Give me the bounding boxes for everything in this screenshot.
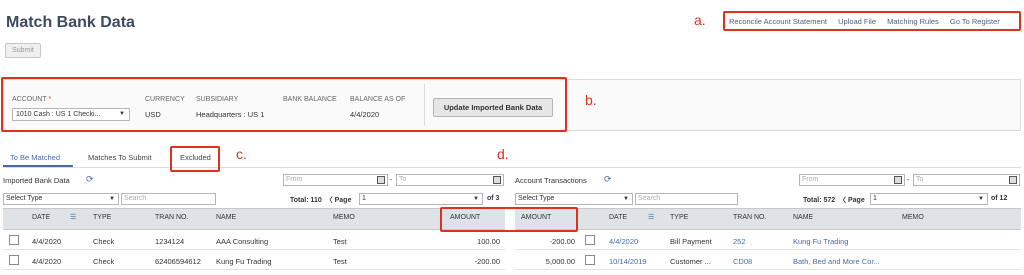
subsidiary-value: Headquarters : US 1 xyxy=(196,110,265,119)
calendar-icon[interactable] xyxy=(1009,176,1017,184)
cell-date[interactable]: 4/4/2020 xyxy=(609,237,638,246)
account-tx-col-type[interactable]: TYPE xyxy=(670,214,688,221)
cell-date: 4/4/2020 xyxy=(32,237,62,246)
account-tx-to-date[interactable]: To xyxy=(913,174,1020,186)
page-title: Match Bank Data xyxy=(6,14,135,31)
cell-type: Check xyxy=(93,237,115,246)
cell-name[interactable]: Bath, Bed and More Cor... xyxy=(793,257,880,266)
chevron-down-icon: ▼ xyxy=(109,196,115,202)
cell-type: Bill Payment xyxy=(670,237,712,246)
account-transactions-title: Account Transactions xyxy=(515,176,587,185)
row-checkbox[interactable] xyxy=(585,235,595,245)
calendar-icon[interactable] xyxy=(377,176,385,184)
annotation-label-c: c. xyxy=(236,146,247,162)
account-tx-col-date[interactable]: DATE xyxy=(609,214,627,221)
chevron-down-icon: ▼ xyxy=(623,196,629,202)
account-tx-col-name[interactable]: NAME xyxy=(793,214,813,221)
annotation-label-b: b. xyxy=(585,92,597,108)
cell-amount: 100.00 xyxy=(477,237,500,246)
row-checkbox[interactable] xyxy=(9,255,19,265)
cell-memo: Test xyxy=(333,237,347,246)
annotation-label-a: a. xyxy=(694,12,706,28)
cell-type: Customer ... xyxy=(670,257,711,266)
account-tx-total: Total: 572 〈 Page xyxy=(803,197,865,204)
imported-total: Total: 110 〈 Page xyxy=(290,197,352,204)
account-tx-page-select[interactable]: 1 ▼ xyxy=(870,193,988,205)
currency-label: CURRENCY xyxy=(145,96,185,103)
imported-page-select[interactable]: 1 ▼ xyxy=(359,193,483,205)
row-checkbox[interactable] xyxy=(9,235,19,245)
imported-from-date[interactable]: From xyxy=(283,174,388,186)
cell-type: Check xyxy=(93,257,115,266)
account-label: ACCOUNT * xyxy=(12,96,52,103)
date-range-separator: - xyxy=(907,177,910,184)
imported-page-count: of 3 xyxy=(487,195,500,202)
imported-bank-data-title: Imported Bank Data xyxy=(3,176,70,185)
currency-value: USD xyxy=(145,110,161,119)
imported-col-date[interactable]: DATE xyxy=(32,214,50,221)
cell-tran-no[interactable]: 252 xyxy=(733,237,746,246)
tab-divider xyxy=(3,167,1021,168)
annotation-label-d: d. xyxy=(497,146,509,162)
imported-col-name[interactable]: NAME xyxy=(216,214,236,221)
account-tx-page-count: of 12 xyxy=(991,195,1008,202)
bank-balance-label: BANK BALANCE xyxy=(283,96,337,103)
account-tx-col-tran-no[interactable]: TRAN NO. xyxy=(733,214,766,221)
annotation-box-d xyxy=(440,207,578,232)
panel-divider xyxy=(424,84,425,126)
submit-button[interactable]: Submit xyxy=(5,43,41,58)
date-range-separator: - xyxy=(390,177,393,184)
imported-type-select[interactable]: Select Type ▼ xyxy=(3,193,119,205)
cell-amount: 5,000.00 xyxy=(545,257,575,266)
imported-table-header xyxy=(3,208,505,230)
account-tx-type-select[interactable]: Select Type ▼ xyxy=(515,193,633,205)
account-tx-search-input[interactable]: Search xyxy=(635,193,738,205)
chevron-down-icon: ▼ xyxy=(119,111,125,117)
imported-col-tran-no[interactable]: TRAN NO. xyxy=(155,214,188,221)
account-select[interactable]: 1010 Cash : US 1 Checki... ▼ xyxy=(12,108,130,121)
cell-memo: Test xyxy=(333,257,347,266)
sort-icon[interactable]: ☰ xyxy=(70,213,76,221)
chevron-left-icon[interactable]: 〈 xyxy=(839,197,846,204)
update-imported-bank-data-button[interactable]: Update Imported Bank Data xyxy=(433,98,553,117)
balance-as-of-label: BALANCE AS OF xyxy=(350,96,406,103)
account-tx-from-date[interactable]: From xyxy=(799,174,905,186)
calendar-icon[interactable] xyxy=(493,176,501,184)
imported-col-type[interactable]: TYPE xyxy=(93,214,111,221)
row-checkbox[interactable] xyxy=(585,255,595,265)
cell-amount: -200.00 xyxy=(549,237,575,246)
account-tx-col-memo[interactable]: MEMO xyxy=(902,214,924,221)
cell-tran-no[interactable]: CD08 xyxy=(733,257,752,266)
chevron-down-icon: ▼ xyxy=(978,196,984,202)
cell-name: AAA Consulting xyxy=(216,237,269,246)
cell-tran-no: 62406594612 xyxy=(155,257,201,266)
subsidiary-label: SUBSIDIARY xyxy=(196,96,239,103)
chevron-down-icon: ▼ xyxy=(473,196,479,202)
cell-name: Kung Fu Trading xyxy=(216,257,272,266)
chevron-left-icon[interactable]: 〈 xyxy=(326,197,333,204)
tab-matches-to-submit[interactable]: Matches To Submit xyxy=(88,153,152,162)
tab-to-be-matched[interactable]: To Be Matched xyxy=(10,153,60,162)
balance-as-of-value: 4/4/2020 xyxy=(350,110,380,119)
cell-amount: -200.00 xyxy=(474,257,500,266)
cell-date[interactable]: 10/14/2019 xyxy=(609,257,647,266)
account-tx-table-header xyxy=(515,208,1021,230)
cell-date: 4/4/2020 xyxy=(32,257,62,266)
imported-col-memo[interactable]: MEMO xyxy=(333,214,355,221)
annotation-box-c xyxy=(170,146,220,172)
cell-tran-no: 1234124 xyxy=(155,237,185,246)
imported-refresh-icon[interactable]: ⟳ xyxy=(86,174,94,185)
imported-search-input[interactable]: Search xyxy=(121,193,216,205)
imported-to-date[interactable]: To xyxy=(396,174,504,186)
annotation-box-a xyxy=(723,11,1021,31)
account-tx-refresh-icon[interactable]: ⟳ xyxy=(604,174,612,185)
cell-name[interactable]: Kung Fu Trading xyxy=(793,237,848,246)
account-value: 1010 Cash : US 1 Checki... xyxy=(16,111,101,118)
sort-icon[interactable]: ☰ xyxy=(648,213,654,221)
calendar-icon[interactable] xyxy=(894,176,902,184)
